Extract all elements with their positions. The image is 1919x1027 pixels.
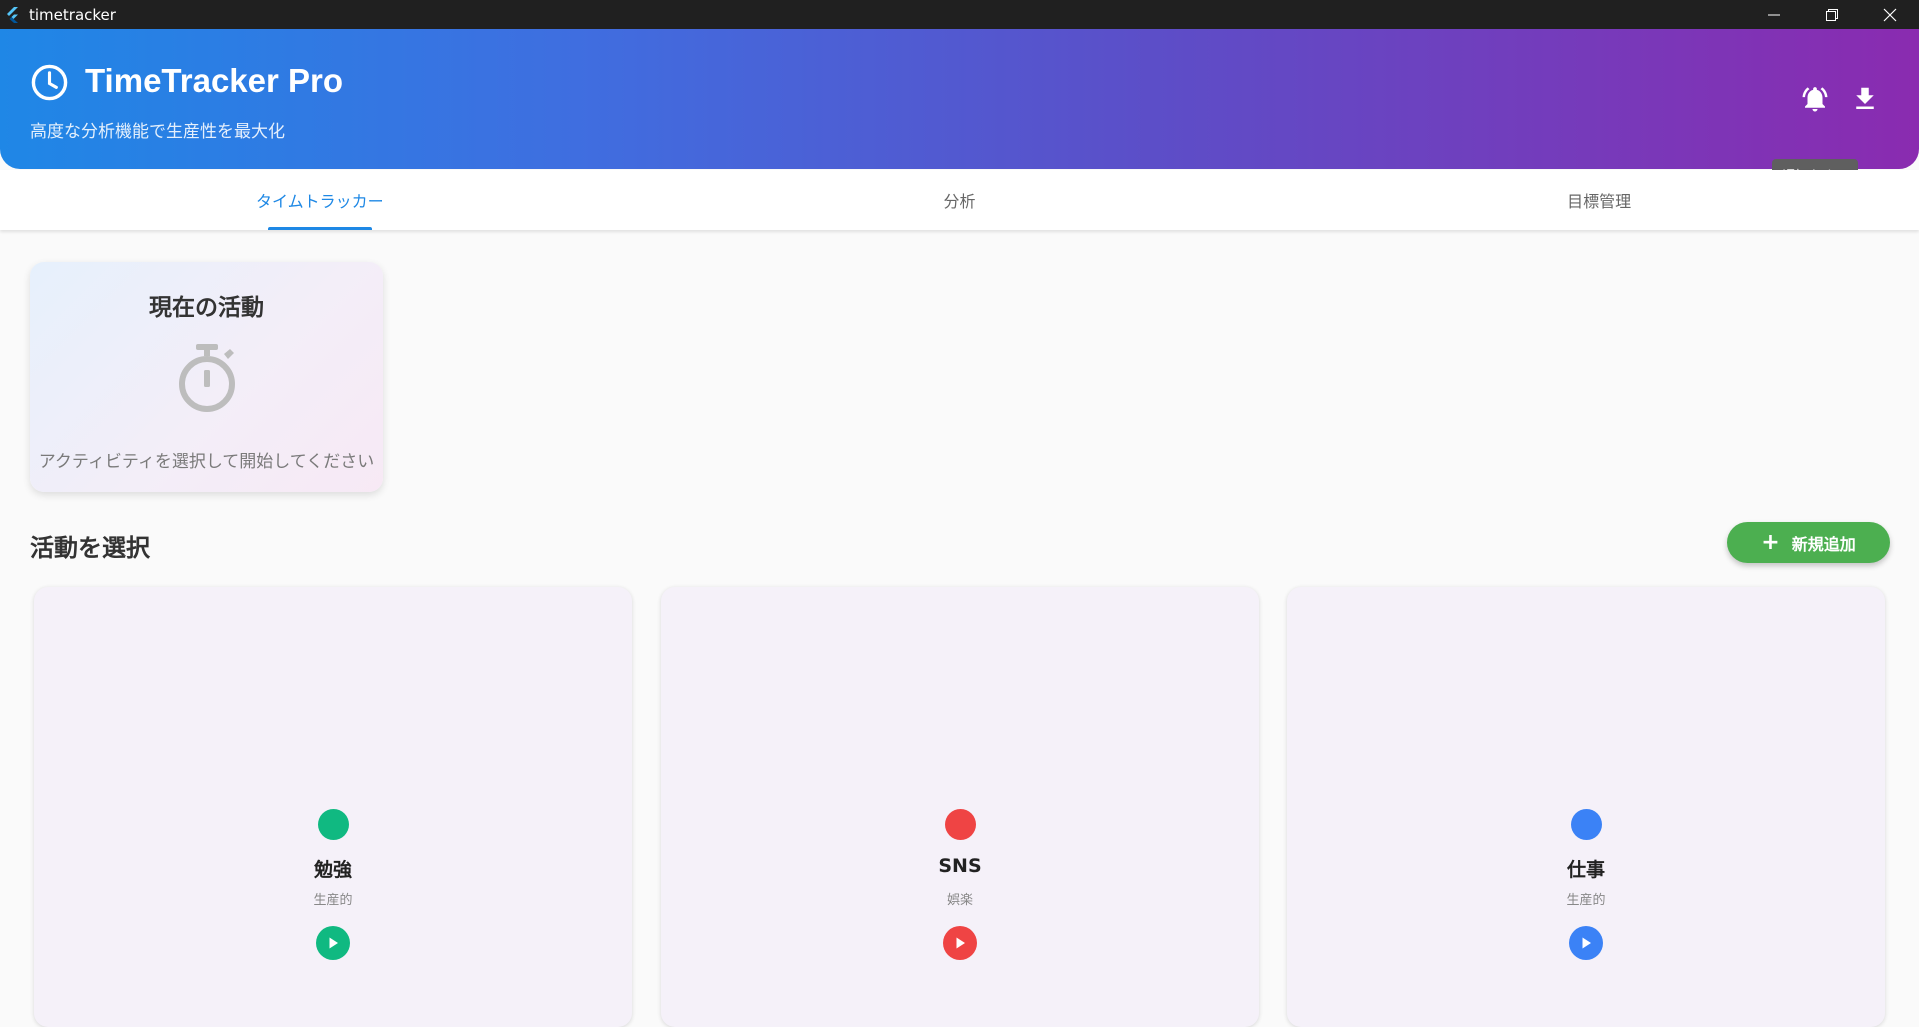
- app-subtitle: 高度な分析機能で生産性を最大化: [30, 122, 285, 142]
- stopwatch-icon: [179, 344, 235, 412]
- plus-icon: +: [1761, 529, 1780, 555]
- tab-bar: タイムトラッカー 分析 目標管理: [0, 170, 1919, 230]
- tab-label: 目標管理: [1567, 192, 1632, 211]
- add-activity-button[interactable]: + 新規追加: [1727, 522, 1890, 563]
- window-controls: [1745, 0, 1919, 29]
- tab-indicator: [267, 227, 372, 230]
- close-icon: [1883, 8, 1897, 21]
- tab-label: 分析: [943, 192, 976, 211]
- restore-button[interactable]: [1803, 0, 1861, 29]
- activity-color-dot: [318, 809, 349, 840]
- app-header: TimeTracker Pro 高度な分析機能で生産性を最大化 通知をオフ: [0, 29, 1919, 189]
- activity-category: 生産的: [1566, 893, 1606, 908]
- activity-name: 勉強: [313, 859, 352, 881]
- play-button[interactable]: [943, 926, 977, 960]
- activity-name: SNS: [938, 855, 982, 877]
- restore-icon: [1826, 8, 1838, 21]
- download-icon: [1856, 87, 1874, 109]
- current-activity-card: 現在の活動 アクティビティを選択して開始してください: [30, 262, 383, 492]
- minimize-button[interactable]: [1745, 0, 1803, 29]
- current-activity-hint: アクティビティを選択して開始してください: [38, 452, 375, 472]
- activity-card[interactable]: SNS 娯楽: [661, 587, 1259, 1027]
- notifications-active-icon: [1802, 87, 1828, 112]
- activity-card[interactable]: 勉強 生産的: [34, 587, 632, 1027]
- tab-goals[interactable]: 目標管理: [1279, 170, 1919, 230]
- window-title-bar: timetracker: [0, 0, 1919, 29]
- close-button[interactable]: [1861, 0, 1919, 29]
- activity-color-dot: [945, 809, 976, 840]
- activity-name: 仕事: [1566, 859, 1605, 881]
- activity-color-dot: [1571, 809, 1602, 840]
- tab-label: タイムトラッカー: [255, 192, 384, 211]
- minimize-icon: [1768, 14, 1780, 15]
- clock-icon: [31, 64, 68, 101]
- add-activity-label: 新規追加: [1791, 534, 1856, 554]
- app-title: TimeTracker Pro: [85, 62, 344, 99]
- activity-category: 娯楽: [946, 893, 973, 908]
- download-button[interactable]: [1845, 79, 1885, 119]
- notification-toggle-button[interactable]: [1795, 79, 1835, 119]
- play-button[interactable]: [316, 926, 350, 960]
- play-icon: [956, 937, 965, 949]
- activity-category: 生産的: [313, 893, 353, 908]
- play-button[interactable]: [1569, 926, 1603, 960]
- flutter-logo-icon: [7, 6, 18, 23]
- play-icon: [329, 937, 338, 949]
- tab-analytics[interactable]: 分析: [640, 170, 1280, 230]
- window-title: timetracker: [29, 5, 116, 24]
- activity-section-title: 活動を選択: [30, 534, 150, 562]
- play-icon: [1582, 937, 1591, 949]
- activity-card[interactable]: 仕事 生産的: [1287, 587, 1885, 1027]
- current-activity-title: 現在の活動: [149, 295, 264, 321]
- tab-time-tracker[interactable]: タイムトラッカー: [0, 170, 640, 230]
